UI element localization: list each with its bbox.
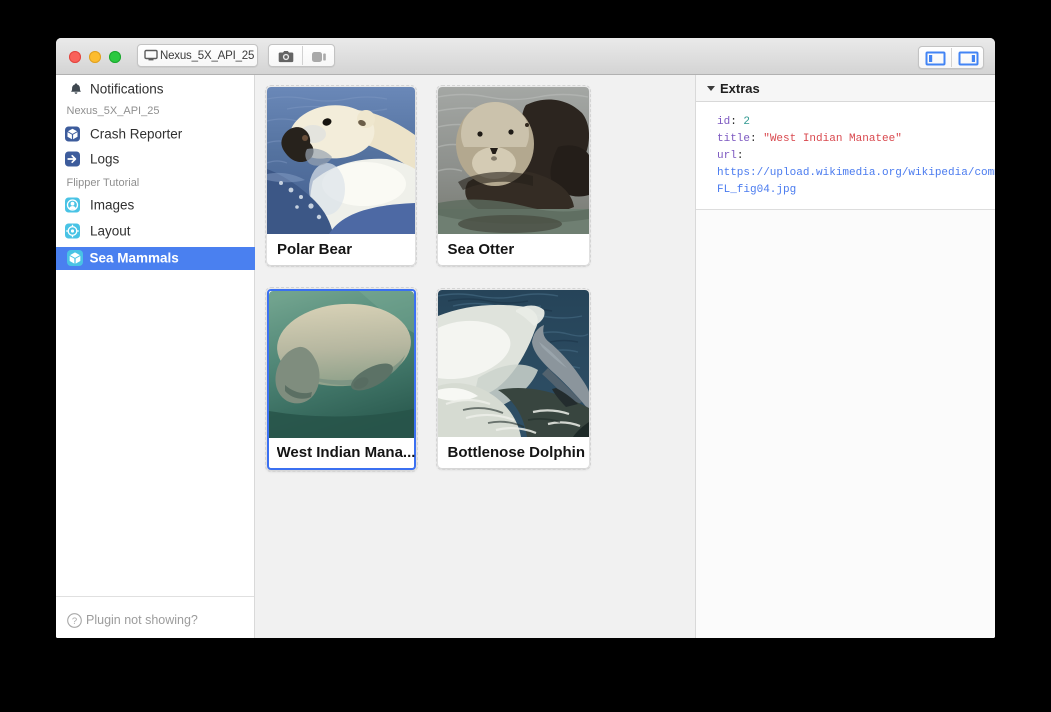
svg-text:?: ? — [72, 616, 77, 627]
